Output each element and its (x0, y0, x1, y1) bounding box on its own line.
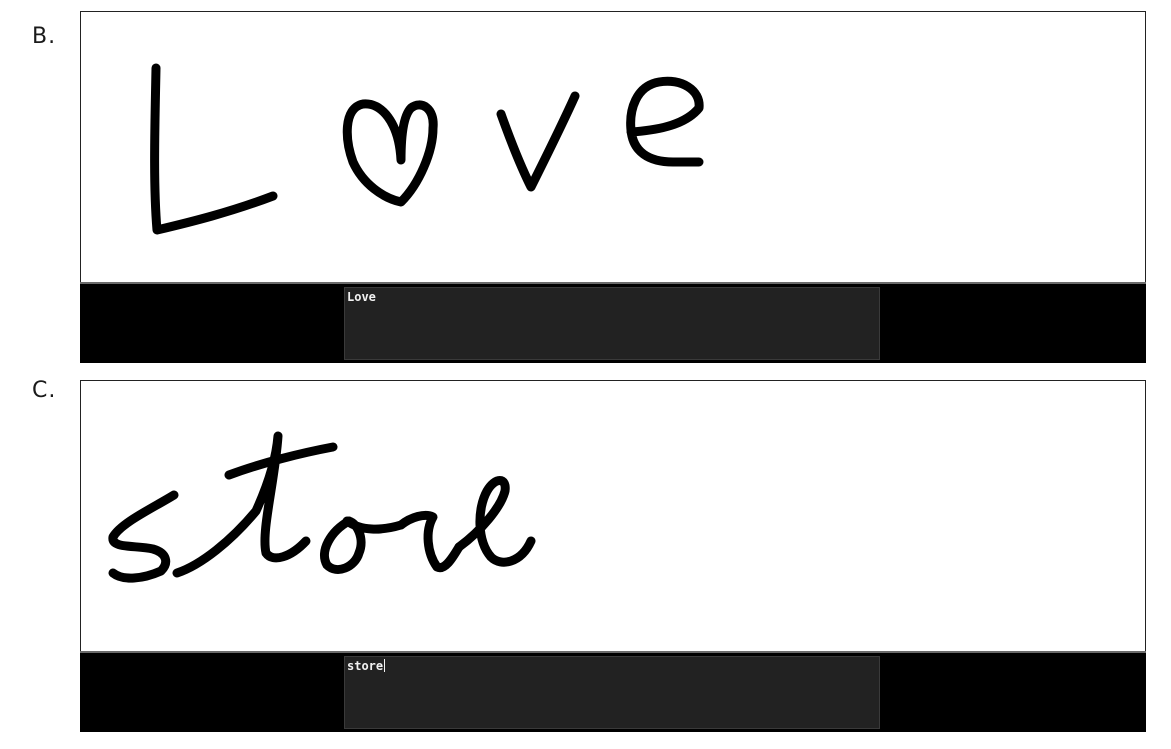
drawing-canvas[interactable] (80, 11, 1146, 282)
recognized-text: store (347, 659, 384, 673)
ink-stroke (342, 99, 438, 207)
ink-stroke (396, 510, 464, 573)
panel-label: C. (32, 378, 57, 403)
text-caret (384, 659, 386, 672)
ink-stroke (150, 63, 278, 235)
ink-stroke (454, 476, 536, 567)
recognized-text-field[interactable]: store (344, 656, 880, 729)
ink-stroke (108, 490, 179, 583)
recognition-bar: store (80, 651, 1146, 732)
ink-stroke (320, 516, 406, 574)
ink-strokes-love (150, 63, 704, 235)
panel-label: B. (32, 24, 57, 49)
recognized-text: Love (347, 290, 376, 304)
ink-stroke (626, 76, 704, 167)
ink-stroke (496, 91, 580, 192)
ink-strokes-store (108, 431, 536, 583)
drawing-canvas[interactable] (80, 380, 1146, 651)
recognition-bar: Love (80, 282, 1146, 363)
recognized-text-field[interactable]: Love (344, 287, 880, 360)
handwriting-panel: Love (80, 11, 1146, 363)
handwriting-panel: store (80, 380, 1146, 732)
